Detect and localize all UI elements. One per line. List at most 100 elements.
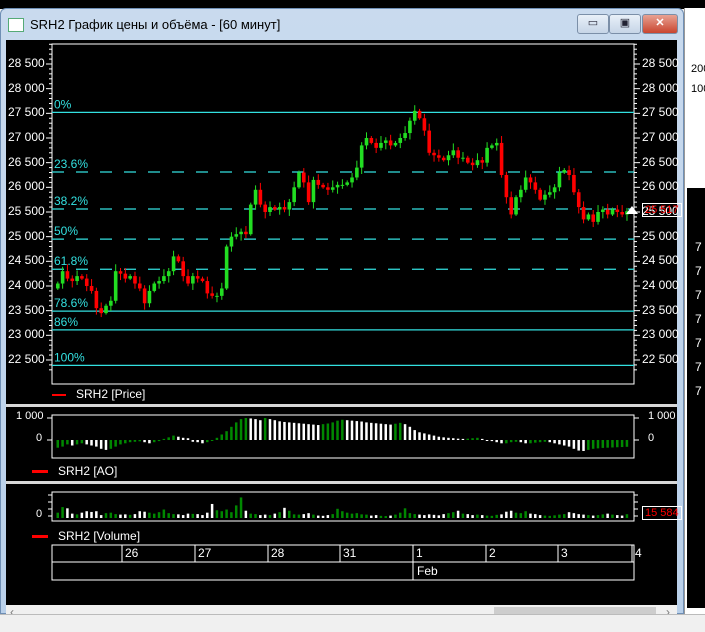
panel-separator[interactable] xyxy=(6,481,677,484)
volume-bar xyxy=(442,514,445,518)
candle-body xyxy=(533,182,538,190)
minimize-button[interactable]: ▭ xyxy=(577,14,609,34)
volume-bar xyxy=(181,515,185,518)
fib-level-label: 78.6% xyxy=(54,296,88,310)
volume-bar xyxy=(259,515,262,518)
candle-body xyxy=(210,293,214,296)
candle-body xyxy=(109,300,113,306)
volume-bar xyxy=(558,514,561,518)
volume-bar xyxy=(268,515,272,518)
ao-bar xyxy=(394,423,397,440)
candle-body xyxy=(379,142,383,148)
legend-swatch xyxy=(32,535,48,539)
price-axis-label: 23 500 xyxy=(8,302,45,317)
candle-body xyxy=(432,152,436,156)
candle-body xyxy=(412,110,417,121)
ao-bar xyxy=(403,424,407,440)
candle-body xyxy=(292,187,296,203)
candle-body xyxy=(340,184,345,186)
volume-bar xyxy=(206,512,209,518)
candle-body xyxy=(220,288,224,296)
bg-row: 7 xyxy=(695,360,702,374)
candle-body xyxy=(297,172,301,188)
candle-body xyxy=(355,167,359,178)
volume-bar xyxy=(292,514,296,518)
volume-bar xyxy=(133,514,137,518)
ao-bar xyxy=(427,434,431,440)
candle-body xyxy=(162,276,166,282)
volume-bar xyxy=(616,515,619,518)
volume-bar xyxy=(553,515,556,518)
candle-body xyxy=(345,182,350,185)
ao-bar xyxy=(447,437,450,440)
price-legend-label: SRH2 [Price] xyxy=(76,387,146,401)
volume-bar xyxy=(471,515,474,518)
ao-bar xyxy=(567,440,571,447)
volume-bar xyxy=(90,511,93,518)
volume-bar xyxy=(591,515,595,518)
volume-bar xyxy=(476,514,479,518)
ao-bar xyxy=(234,422,238,440)
volume-bar xyxy=(75,514,79,518)
ao-bar xyxy=(128,440,132,443)
ao-bar xyxy=(56,440,59,448)
candle-body xyxy=(514,197,518,215)
ao-bar xyxy=(529,440,532,444)
candle-body xyxy=(70,278,75,282)
candle-body xyxy=(485,147,489,163)
volume-bar xyxy=(148,512,151,518)
ao-bar xyxy=(143,440,146,443)
price-axis-label: 25 000 xyxy=(8,228,45,243)
volume-bar xyxy=(302,514,305,518)
ao-bar xyxy=(196,440,199,443)
candle-body xyxy=(490,145,494,148)
volume-bar xyxy=(172,514,175,518)
candle-body xyxy=(215,295,219,297)
status-bar xyxy=(0,614,705,632)
ao-bar xyxy=(157,440,161,442)
fib-level-label: 61.8% xyxy=(54,254,88,268)
volume-bar xyxy=(543,515,547,518)
volume-bar xyxy=(244,510,248,518)
candle-body xyxy=(330,187,335,190)
ao-legend: SRH2 [AO] xyxy=(32,464,117,478)
price-axis-label: 22 500 xyxy=(8,351,45,366)
price-axis-label: 24 000 xyxy=(642,277,679,292)
window-title: SRH2 График цены и объёма - [60 минут] xyxy=(30,17,281,32)
close-button[interactable]: ✕ xyxy=(642,14,678,34)
volume-bar xyxy=(447,513,450,518)
price-axis-label: 24 000 xyxy=(8,277,45,292)
ao-bar xyxy=(148,440,151,444)
ao-bar xyxy=(577,440,580,451)
volume-bar xyxy=(66,508,69,518)
candle-body xyxy=(422,118,427,131)
candle-body xyxy=(499,142,504,175)
candle-body xyxy=(408,120,412,134)
candle-body xyxy=(89,285,94,291)
volume-bar xyxy=(577,514,580,518)
fib-level-label: 100% xyxy=(54,350,85,364)
date-label: 26 xyxy=(125,546,139,560)
candle-body xyxy=(133,276,137,284)
volume-bar xyxy=(162,509,166,518)
volume-bar xyxy=(355,513,359,518)
date-label: 27 xyxy=(198,546,212,560)
candle-body xyxy=(470,162,475,166)
candle-body xyxy=(601,209,605,212)
candle-body xyxy=(200,278,205,282)
ao-bar xyxy=(283,421,286,440)
candle-body xyxy=(538,189,542,200)
chart-area[interactable]: 0% 23.6% 38.2% 50% 61.8% 78.6% 86% 100% 28 500 2… xyxy=(6,40,682,606)
date-label: 3 xyxy=(561,546,568,560)
candle-body xyxy=(171,256,176,272)
candle-body xyxy=(118,271,123,274)
candle-body xyxy=(321,184,325,188)
volume-bar xyxy=(620,515,624,518)
panel-separator[interactable] xyxy=(6,404,677,407)
volume-bar xyxy=(210,503,214,518)
candle-body xyxy=(620,211,624,215)
maximize-button[interactable]: ▣ xyxy=(609,14,641,34)
candle-body xyxy=(398,137,403,143)
candle-body xyxy=(596,211,600,222)
volume-bar xyxy=(167,513,170,518)
